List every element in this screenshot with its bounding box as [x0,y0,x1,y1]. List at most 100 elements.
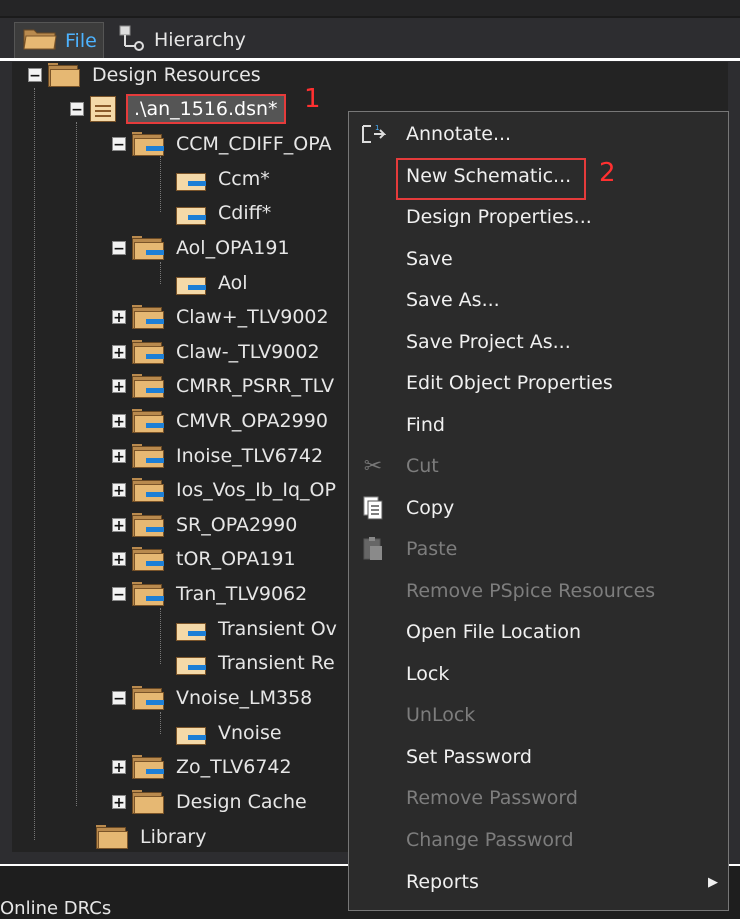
tree-line [160,156,161,212]
expand-icon[interactable]: + [112,483,126,498]
menu-item-design-properties[interactable]: Design Properties... [349,197,728,237]
menu-item-paste[interactable]: Paste [349,529,728,569]
tree-node-page[interactable]: Cdiff* [174,196,271,230]
new-schematic-highlight [396,158,586,200]
tree-node-folder[interactable]: + CMVR_OPA2990 [112,404,328,438]
tree-node-folder[interactable]: + Claw-_TLV9002 [112,335,320,369]
schematic-folder-icon [132,409,166,433]
tree-node-label: Claw-_TLV9002 [176,341,320,363]
menu-item-annotate[interactable]: 1 Annotate... [349,114,728,154]
schematic-folder-icon [132,755,166,779]
menu-item-change-password[interactable]: Change Password [349,820,728,860]
expand-icon[interactable]: + [112,552,126,567]
tree-node-label: Claw+_TLV9002 [176,306,329,328]
tree-line [160,262,161,284]
expand-icon[interactable]: + [112,345,126,360]
tree-node-folder[interactable]: − Aol_OPA191 [112,231,290,265]
menu-item-cut[interactable]: ✂ Cut [349,446,728,486]
annotate-icon: 1 [359,120,387,148]
expand-icon[interactable]: + [112,449,126,464]
collapse-icon[interactable]: − [112,587,126,602]
tree-node-folder[interactable]: + Claw+_TLV9002 [112,300,329,334]
schematic-folder-icon [132,340,166,364]
tree-node-folder[interactable]: + SR_OPA2990 [112,508,297,542]
tree-node-folder[interactable]: − CCM_CDIFF_OPA [112,127,331,161]
tree-node-label: CMVR_OPA2990 [176,410,328,432]
design-file-icon [90,96,116,122]
menu-item-save[interactable]: Save [349,239,728,279]
page-icon [174,617,208,641]
folder-icon [132,790,166,814]
tree-node-design-file[interactable]: − .\an_1516.dsn* [70,92,286,126]
title-bar [0,0,740,18]
step-2-marker: 2 [599,158,616,188]
menu-item-copy[interactable]: Copy [349,488,728,528]
tree-node-folder[interactable]: + Zo_TLV6742 [112,750,292,784]
tree-line [160,608,161,664]
collapse-icon[interactable]: − [28,68,42,83]
tree-node-page[interactable]: Aol [174,266,248,300]
tree-node-folder[interactable]: + CMRR_PSRR_TLV [112,369,334,403]
expand-icon[interactable]: + [112,518,126,533]
schematic-folder-icon [132,444,166,468]
tree-node-label: Cdiff* [218,202,272,224]
tree-node-page[interactable]: Transient Re [174,646,335,680]
menu-item-open-file-location[interactable]: Open File Location [349,612,728,652]
collapse-icon[interactable]: − [112,241,126,256]
tree-node-label: .\an_1516.dsn* [126,94,286,124]
tree-node-design-resources[interactable]: − Design Resources [28,58,261,92]
tree-node-label: Zo_TLV6742 [176,756,292,778]
status-text: Online DRCs [0,898,112,919]
menu-item-lock[interactable]: Lock [349,654,728,694]
svg-text:1: 1 [375,124,379,132]
schematic-folder-icon [132,547,166,571]
page-icon [174,201,208,225]
page-icon [174,271,208,295]
menu-item-reports[interactable]: Reports ▶ [349,862,728,902]
context-menu: 1 Annotate... New Schematic... Design Pr… [348,111,729,911]
tree-node-library[interactable]: Library [96,820,206,854]
tree-node-label: CCM_CDIFF_OPA [176,133,332,155]
tree-node-folder[interactable]: + Inoise_TLV6742 [112,439,323,473]
tab-hierarchy[interactable]: Hierarchy [110,22,260,58]
menu-item-remove-pspice-resources[interactable]: Remove PSpice Resources [349,571,728,611]
tab-hierarchy-label: Hierarchy [154,29,246,51]
tree-node-label: Design Cache [176,791,307,813]
expand-icon[interactable]: + [112,795,126,810]
hierarchy-icon [118,24,146,57]
step-1-marker: 1 [304,84,321,114]
folder-icon [23,26,57,55]
expand-icon[interactable]: + [112,379,126,394]
expand-icon[interactable]: + [112,760,126,775]
tree-node-folder[interactable]: − Vnoise_LM358 [112,681,312,715]
menu-item-find[interactable]: Find [349,405,728,445]
schematic-folder-icon [132,132,166,156]
menu-item-save-as[interactable]: Save As... [349,280,728,320]
tree-node-label: Vnoise [218,722,282,744]
tree-node-folder[interactable]: + tOR_OPA191 [112,542,296,576]
collapse-icon[interactable]: − [112,691,126,706]
tree-node-folder[interactable]: − Tran_TLV9062 [112,577,307,611]
folder-icon [48,63,82,87]
tab-file[interactable]: File [14,22,104,58]
collapse-icon[interactable]: − [70,102,84,117]
expand-icon[interactable]: + [112,414,126,429]
tree-node-label: Library [140,826,207,848]
tree-node-folder[interactable]: + Ios_Vos_Ib_Iq_OP [112,473,336,507]
tree-node-page[interactable]: Transient Ov [174,612,337,646]
tree-node-design-cache[interactable]: + Design Cache [112,785,307,819]
tree-node-page[interactable]: Vnoise [174,716,282,750]
schematic-folder-icon [132,582,166,606]
menu-item-edit-object-properties[interactable]: Edit Object Properties [349,363,728,403]
tree-node-label: Vnoise_LM358 [176,687,313,709]
tree-node-page[interactable]: Ccm* [174,162,270,196]
tree-node-label: Aol_OPA191 [176,237,290,259]
menu-item-set-password[interactable]: Set Password [349,737,728,777]
menu-item-unlock[interactable]: UnLock [349,695,728,735]
schematic-folder-icon [132,374,166,398]
menu-item-save-project-as[interactable]: Save Project As... [349,322,728,362]
schematic-folder-icon [132,236,166,260]
collapse-icon[interactable]: − [112,137,126,152]
expand-icon[interactable]: + [112,310,126,325]
menu-item-remove-password[interactable]: Remove Password [349,778,728,818]
